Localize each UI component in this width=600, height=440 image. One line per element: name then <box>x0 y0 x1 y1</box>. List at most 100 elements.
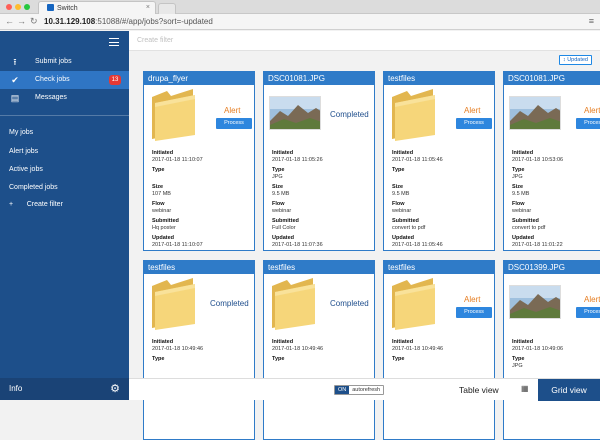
sidebar-link-completed-jobs[interactable]: Completed jobs <box>9 184 58 191</box>
job-meta: Initiated 2017-01-18 10:53:06 Type JPG Size 9… <box>512 150 600 252</box>
meta-value: webinar <box>272 207 292 214</box>
meta-value: JPG <box>512 173 523 180</box>
job-card[interactable]: DSC01081.JPG Alert Process Initiated2017-01… <box>503 71 600 251</box>
sidebar-create-filter[interactable]: + Create filter <box>9 201 63 208</box>
favicon-icon <box>47 4 54 11</box>
meta-value: 2017-01-18 11:07:36 <box>272 241 323 248</box>
reload-icon[interactable]: ↻ <box>30 16 38 27</box>
browser-menu-icon[interactable]: ≡ <box>589 16 594 26</box>
jobs-count-badge: 13 <box>109 75 121 85</box>
sidebar-item-messages[interactable]: ▤ Messages <box>0 89 129 107</box>
meta-value: 2017-01-18 11:05:46 <box>392 241 443 248</box>
folder-icon <box>269 276 319 330</box>
meta-value: 2017-01-18 10:49:46 <box>272 345 324 352</box>
job-card[interactable]: testfiles Alert Process Initiated 2017-01-18… <box>383 260 495 440</box>
meta-value: 9.5 MB <box>272 190 290 197</box>
job-meta: Initiated 2017-01-18 11:05:46 Type Size 9.5… <box>392 150 492 252</box>
job-status: Alert <box>584 106 600 115</box>
maximize-window-icon[interactable] <box>24 4 30 10</box>
photo-thumbnail <box>509 96 561 130</box>
tab-title: Switch <box>57 5 78 12</box>
process-button[interactable]: Process <box>456 118 492 129</box>
job-status: Alert <box>464 106 481 115</box>
job-card[interactable]: DSC01399.JPG Alert Process Initiated2017-01… <box>503 260 600 440</box>
gear-icon[interactable]: ⚙ <box>110 378 120 400</box>
job-status: Completed <box>330 110 369 119</box>
job-status: Alert <box>584 295 600 304</box>
sidebar-link-active-jobs[interactable]: Active jobs <box>9 166 43 173</box>
job-card[interactable]: testfiles Completed Initiated 2017-01-18 10… <box>263 260 375 440</box>
autorefresh-toggle[interactable]: ON autorefresh <box>334 385 385 395</box>
forward-icon[interactable]: → <box>17 16 26 26</box>
process-button[interactable]: Process <box>456 307 492 318</box>
tab-close-icon[interactable]: × <box>146 4 150 11</box>
folder-icon <box>389 276 439 330</box>
meta-value <box>392 363 492 370</box>
process-button[interactable]: Process <box>576 307 600 318</box>
create-filter-label: Create filter <box>26 201 63 208</box>
job-card[interactable]: DSC01081.JPG Completed Initiated 2017-01-18… <box>263 71 375 251</box>
job-meta: Initiated 2017-01-18 10:49:06 Type JPG <box>512 339 600 373</box>
sort-updated-button[interactable]: ↕ Updated <box>558 55 592 65</box>
meta-value: Hq poster <box>152 224 176 231</box>
job-card-title: testfiles <box>384 72 494 85</box>
process-button[interactable]: Process <box>216 118 252 129</box>
url-field[interactable]: 10.31.129.108:51088/#/app/jobs?sort=-upd… <box>44 15 580 28</box>
table-view-icon[interactable]: ▦ <box>521 384 529 393</box>
list-icon: ▤ <box>10 93 20 103</box>
job-card-title: drupa_flyer <box>144 72 254 85</box>
job-card-title: DSC01081.JPG <box>264 72 374 85</box>
job-card[interactable]: testfiles Completed Initiated 2017-01-18 10… <box>143 260 255 440</box>
close-window-icon[interactable] <box>6 4 12 10</box>
sidebar-item-check-jobs[interactable]: ✔ Check jobs 13 <box>0 71 129 89</box>
hamburger-icon[interactable] <box>109 38 119 46</box>
new-tab-button[interactable] <box>158 3 176 14</box>
job-card-title: DSC01081.JPG <box>504 72 600 85</box>
job-card-title: DSC01399.JPG <box>504 261 600 274</box>
meta-value: JPG <box>512 362 523 369</box>
photo-thumbnail <box>509 285 561 319</box>
job-meta: Initiated 2017-01-18 10:49:46 Type <box>272 339 372 373</box>
back-icon[interactable]: ← <box>5 16 14 26</box>
job-card[interactable]: testfiles Alert Process Initiated 2017-01-18… <box>383 71 495 251</box>
bottom-bar: ON autorefresh Table view ▦ Grid view <box>129 378 600 401</box>
meta-value: 2017-01-18 10:49:06 <box>512 345 564 352</box>
meta-value: 2017-01-18 11:10:07 <box>152 156 203 163</box>
meta-value <box>392 174 492 181</box>
meta-value: Full Color <box>272 224 296 231</box>
photo-thumbnail <box>269 96 321 130</box>
job-meta: Initiated 2017-01-18 11:10:07 Type Size 107… <box>152 150 252 252</box>
job-card[interactable]: drupa_flyer Alert Process Initiated 2017-01-… <box>143 71 255 251</box>
meta-value: 9.5 MB <box>392 190 410 197</box>
grid-view-button[interactable]: Grid view <box>538 379 600 401</box>
table-view-button[interactable]: Table view <box>459 379 499 401</box>
job-status: Completed <box>330 299 369 308</box>
meta-value: 2017-01-18 11:05:46 <box>392 156 443 163</box>
meta-value: convert to pdf <box>512 224 546 231</box>
url-host: 10.31.129.108 <box>44 17 96 26</box>
check-circle-icon: ✔ <box>11 75 19 85</box>
meta-value: webinar <box>512 207 532 214</box>
filter-input[interactable]: Create filter <box>129 31 600 51</box>
sidebar-link-my-jobs[interactable]: My jobs <box>9 129 33 136</box>
app: ⭱ Submit jobs ✔ Check jobs 13 ▤ Messages… <box>0 31 600 440</box>
meta-value: 2017-01-18 10:49:46 <box>152 345 204 352</box>
sidebar-divider <box>0 115 129 116</box>
main-content: Create filter ↕ Updated drupa_flyer Alert… <box>129 31 600 440</box>
minimize-window-icon[interactable] <box>15 4 21 10</box>
toggle-on-label: ON <box>335 386 350 394</box>
meta-value: 2017-01-18 10:53:06 <box>512 156 564 163</box>
info-link[interactable]: Info <box>9 384 22 393</box>
job-status: Alert <box>224 106 241 115</box>
sidebar-item-submit-jobs[interactable]: ⭱ Submit jobs <box>0 53 129 71</box>
browser-tab[interactable]: Switch × <box>38 1 156 14</box>
meta-value: 2017-01-18 10:49:46 <box>392 345 444 352</box>
meta-value: 2017-01-18 11:01:22 <box>512 241 563 248</box>
meta-value: JPG <box>272 173 283 180</box>
meta-value: convert to pdf <box>392 224 426 231</box>
process-button[interactable]: Process <box>576 118 600 129</box>
meta-value: 9.5 MB <box>512 190 530 197</box>
meta-value: webinar <box>392 207 412 214</box>
sidebar-footer: Info ⚙ <box>0 378 129 400</box>
sidebar-link-alert-jobs[interactable]: Alert jobs <box>9 148 38 155</box>
